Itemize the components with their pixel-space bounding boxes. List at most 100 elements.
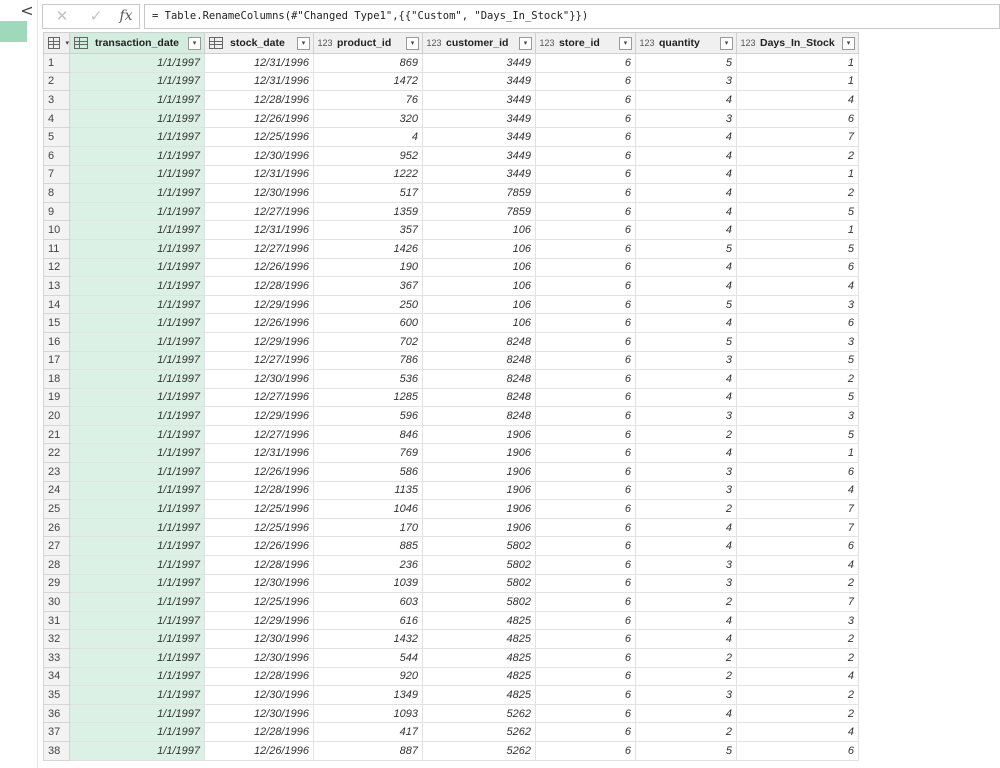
table-cell[interactable]: 1/1/1997 (69, 387, 205, 408)
table-cell[interactable]: 769 (313, 443, 423, 464)
table-cell[interactable]: 1039 (313, 573, 423, 594)
table-cell[interactable]: 869 (313, 53, 423, 73)
table-cell[interactable]: 1/1/1997 (69, 313, 205, 333)
table-cell[interactable]: 4825 (422, 685, 536, 705)
table-cell[interactable]: 702 (313, 331, 423, 352)
row-number[interactable]: 16 (43, 331, 70, 352)
table-cell[interactable]: 3 (736, 406, 859, 426)
table-cell[interactable]: 1/1/1997 (69, 294, 205, 315)
filter-dropdown-icon[interactable]: ▾ (519, 36, 532, 50)
table-cell[interactable]: 1/1/1997 (69, 164, 205, 185)
table-cell[interactable]: 6 (535, 629, 636, 649)
table-cell[interactable]: 106 (422, 257, 536, 278)
table-cell[interactable]: 12/26/1996 (204, 740, 314, 761)
row-number[interactable]: 34 (43, 666, 70, 687)
table-cell[interactable]: 12/25/1996 (204, 499, 314, 519)
table-cell[interactable]: 1/1/1997 (69, 71, 205, 92)
table-cell[interactable]: 1432 (313, 629, 423, 649)
table-cell[interactable]: 6 (535, 294, 636, 315)
row-number[interactable]: 1 (43, 53, 70, 73)
number-type-icon[interactable]: 123 (739, 38, 757, 48)
table-cell[interactable]: 3 (635, 685, 737, 705)
table-cell[interactable]: 5 (736, 387, 859, 408)
fx-icon[interactable]: fx (115, 5, 137, 28)
table-row[interactable]: 19 1/1/1997 12/27/1996 1285 8248 6 4 5 (43, 387, 859, 408)
table-cell[interactable]: 12/31/1996 (204, 443, 314, 464)
table-row[interactable]: 37 1/1/1997 12/28/1996 417 5262 6 2 4 (43, 722, 859, 742)
table-cell[interactable]: 887 (313, 740, 423, 761)
table-cell[interactable]: 4 (635, 610, 737, 631)
table-cell[interactable]: 12/29/1996 (204, 331, 314, 352)
table-cell[interactable]: 7859 (422, 201, 536, 222)
table-cell[interactable]: 12/30/1996 (204, 629, 314, 649)
table-cell[interactable]: 2 (736, 369, 859, 389)
table-cell[interactable]: 1 (736, 71, 859, 92)
row-number[interactable]: 17 (43, 350, 70, 371)
table-cell[interactable]: 2 (736, 703, 859, 724)
table-cell[interactable]: 5 (635, 294, 737, 315)
filter-dropdown-icon[interactable]: ▾ (720, 36, 733, 50)
row-number[interactable]: 19 (43, 387, 70, 408)
table-cell[interactable]: 5 (635, 331, 737, 352)
table-cell[interactable]: 4 (635, 536, 737, 557)
table-cell[interactable]: 6 (535, 257, 636, 278)
table-cell[interactable]: 4 (736, 90, 859, 110)
filter-dropdown-icon[interactable]: ▾ (188, 36, 201, 50)
table-cell[interactable]: 5802 (422, 573, 536, 594)
table-cell[interactable]: 12/26/1996 (204, 257, 314, 278)
table-row[interactable]: 27 1/1/1997 12/26/1996 885 5802 6 4 6 (43, 536, 859, 557)
table-cell[interactable]: 1/1/1997 (69, 183, 205, 203)
table-cell[interactable]: 6 (535, 517, 636, 538)
row-number[interactable]: 22 (43, 443, 70, 464)
table-cell[interactable]: 4 (635, 145, 737, 166)
table-cell[interactable]: 4825 (422, 648, 536, 668)
table-cell[interactable]: 6 (535, 610, 636, 631)
table-row[interactable]: 17 1/1/1997 12/27/1996 786 8248 6 3 5 (43, 350, 859, 371)
table-row[interactable]: 14 1/1/1997 12/29/1996 250 106 6 5 3 (43, 294, 859, 315)
row-number[interactable]: 30 (43, 592, 70, 612)
table-cell[interactable]: 4825 (422, 666, 536, 687)
table-cell[interactable]: 3 (736, 331, 859, 352)
row-number[interactable]: 26 (43, 517, 70, 538)
table-cell[interactable]: 170 (313, 517, 423, 538)
table-cell[interactable]: 2 (635, 499, 737, 519)
row-number[interactable]: 24 (43, 480, 70, 501)
table-row[interactable]: 16 1/1/1997 12/29/1996 702 8248 6 5 3 (43, 331, 859, 352)
table-cell[interactable]: 3 (635, 71, 737, 92)
row-number[interactable]: 6 (43, 145, 70, 166)
table-row[interactable]: 13 1/1/1997 12/28/1996 367 106 6 4 4 (43, 276, 859, 296)
table-cell[interactable]: 12/29/1996 (204, 610, 314, 631)
table-cell[interactable]: 6 (535, 573, 636, 594)
table-cell[interactable]: 1/1/1997 (69, 331, 205, 352)
table-cell[interactable]: 1/1/1997 (69, 740, 205, 761)
table-cell[interactable]: 1/1/1997 (69, 592, 205, 612)
table-cell[interactable]: 7 (736, 517, 859, 538)
table-cell[interactable]: 3449 (422, 71, 536, 92)
table-cell[interactable]: 12/31/1996 (204, 164, 314, 185)
table-row[interactable]: 11 1/1/1997 12/27/1996 1426 106 6 5 5 (43, 238, 859, 259)
table-row[interactable]: 15 1/1/1997 12/26/1996 600 106 6 4 6 (43, 313, 859, 333)
table-cell[interactable]: 12/27/1996 (204, 424, 314, 445)
table-cell[interactable]: 6 (535, 71, 636, 92)
table-cell[interactable]: 6 (535, 220, 636, 240)
table-cell[interactable]: 12/31/1996 (204, 220, 314, 240)
table-cell[interactable]: 1/1/1997 (69, 480, 205, 501)
table-cell[interactable]: 1/1/1997 (69, 555, 205, 575)
row-number[interactable]: 33 (43, 648, 70, 668)
table-row[interactable]: 25 1/1/1997 12/25/1996 1046 1906 6 2 7 (43, 499, 859, 519)
table-row[interactable]: 31 1/1/1997 12/29/1996 616 4825 6 4 3 (43, 610, 859, 631)
table-cell[interactable]: 12/30/1996 (204, 145, 314, 166)
table-cell[interactable]: 1/1/1997 (69, 666, 205, 687)
column-header-customer-id[interactable]: 123 customer_id ▾ (422, 32, 536, 54)
table-cell[interactable]: 12/25/1996 (204, 517, 314, 538)
number-type-icon[interactable]: 123 (538, 38, 556, 48)
table-cell[interactable]: 616 (313, 610, 423, 631)
selected-query-item[interactable] (0, 21, 27, 42)
table-cell[interactable]: 5802 (422, 592, 536, 612)
table-cell[interactable]: 1/1/1997 (69, 369, 205, 389)
row-number[interactable]: 8 (43, 183, 70, 203)
table-cell[interactable]: 12/28/1996 (204, 90, 314, 110)
table-cell[interactable]: 6 (736, 740, 859, 761)
table-cell[interactable]: 6 (535, 666, 636, 687)
table-cell[interactable]: 4 (635, 164, 737, 185)
